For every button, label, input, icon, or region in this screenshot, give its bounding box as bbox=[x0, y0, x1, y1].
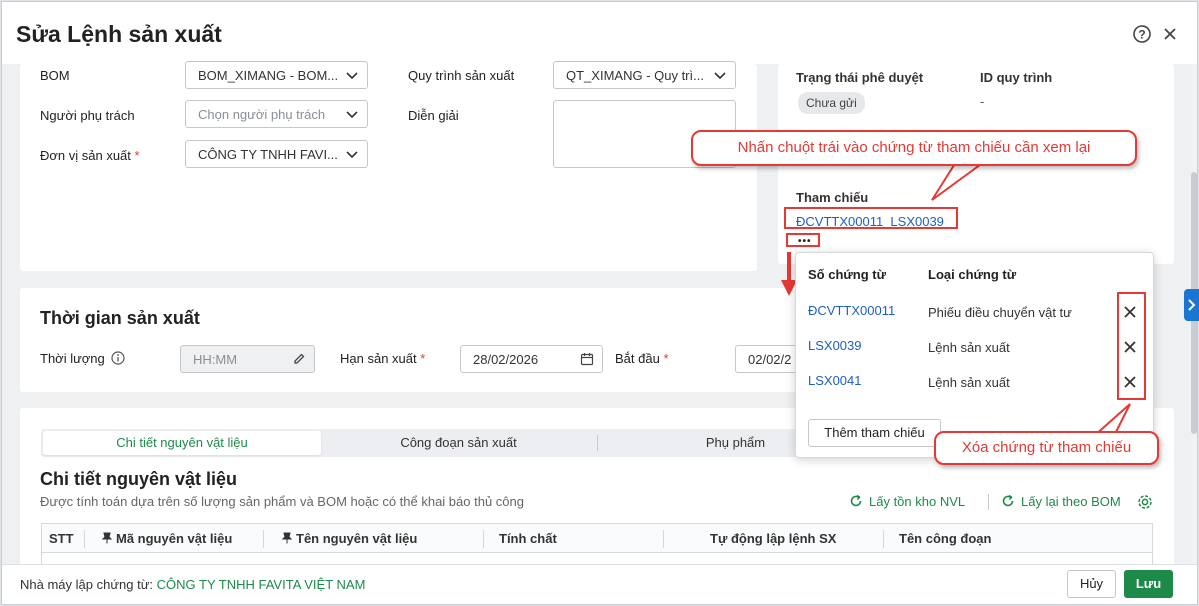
reload-bom-action[interactable]: Lấy lại theo BOM bbox=[1001, 494, 1121, 509]
chevron-down-icon bbox=[346, 151, 358, 159]
refresh-icon bbox=[1002, 494, 1014, 507]
pin-icon bbox=[281, 532, 293, 544]
col-stage-name: Tên công đoạn bbox=[899, 531, 992, 546]
col-divider bbox=[483, 530, 484, 548]
edit-icon bbox=[294, 353, 305, 364]
chevron-right-icon bbox=[1188, 299, 1196, 311]
approval-status-label: Trạng thái phê duyệt bbox=[796, 70, 924, 85]
info-icon[interactable] bbox=[111, 351, 126, 365]
col-property: Tính chất bbox=[499, 531, 557, 546]
reference-row-number[interactable]: ĐCVTTX00011 bbox=[808, 303, 895, 318]
add-reference-button[interactable]: Thêm tham chiếu bbox=[808, 419, 941, 447]
owner-label: Người phụ trách bbox=[40, 108, 135, 123]
required-mark: * bbox=[134, 148, 140, 163]
duration-label: Thời lượng bbox=[40, 351, 126, 366]
factory-value: CÔNG TY TNHH FAVITA VIỆT NAM bbox=[156, 577, 366, 592]
owner-placeholder: Chọn người phụ trách bbox=[198, 107, 326, 122]
start-value: 02/02/2 bbox=[748, 352, 792, 367]
save-button[interactable]: Lưu bbox=[1124, 570, 1173, 598]
materials-table-header: STT Mã nguyên vật liệu Tên nguyên vật li… bbox=[41, 523, 1153, 553]
reference-hint-callout: Nhấn chuột trái vào chứng từ tham chiếu … bbox=[691, 130, 1137, 166]
svg-text:?: ? bbox=[1138, 28, 1145, 42]
col-divider bbox=[663, 530, 664, 548]
col-divider bbox=[263, 530, 264, 548]
start-label: Bắt đầu * bbox=[615, 351, 669, 366]
col-divider bbox=[883, 530, 884, 548]
reference-row-number[interactable]: LSX0039 bbox=[808, 338, 862, 353]
dialog-header: Sửa Lệnh sản xuất ? bbox=[2, 2, 1197, 64]
production-unit-select[interactable]: CÔNG TY TNHH FAVI... bbox=[185, 140, 368, 168]
production-time-card: Thời gian sản xuất Thời lượng HH:MM Hạn … bbox=[20, 288, 825, 392]
production-unit-value: CÔNG TY TNHH FAVI... bbox=[198, 147, 338, 162]
tab-production-stages[interactable]: Công đoạn sản xuất bbox=[321, 431, 596, 455]
col-divider bbox=[84, 530, 85, 548]
required-mark: * bbox=[420, 351, 426, 366]
reload-bom-label: Lấy lại theo BOM bbox=[1021, 494, 1121, 509]
materials-title: Chi tiết nguyên vật liệu bbox=[40, 469, 238, 489]
deadline-date-input[interactable]: 28/02/2026 bbox=[460, 345, 603, 373]
production-unit-label-text: Đơn vị sản xuất bbox=[40, 148, 131, 163]
remove-icons-highlight bbox=[1117, 292, 1146, 400]
reference-label: Tham chiếu bbox=[796, 190, 869, 205]
col-document-type: Loại chứng từ bbox=[928, 267, 1017, 282]
more-button-highlight bbox=[786, 233, 820, 247]
col-document-number: Số chứng từ bbox=[808, 267, 887, 282]
dialog-footer: Nhà máy lập chứng từ: CÔNG TY TNHH FAVIT… bbox=[2, 564, 1197, 604]
duration-input[interactable]: HH:MM bbox=[180, 345, 315, 373]
action-divider bbox=[988, 494, 989, 510]
fetch-stock-action[interactable]: Lấy tồn kho NVL bbox=[849, 494, 965, 509]
reference-row-number[interactable]: LSX0041 bbox=[808, 373, 862, 388]
deadline-value: 28/02/2026 bbox=[473, 352, 539, 367]
chevron-down-icon bbox=[346, 72, 358, 80]
required-mark: * bbox=[663, 351, 669, 366]
dialog-title: Sửa Lệnh sản xuất bbox=[16, 21, 222, 47]
description-label: Diễn giải bbox=[408, 108, 459, 123]
reference-links-highlight bbox=[784, 207, 958, 229]
process-id-value: - bbox=[980, 94, 985, 109]
process-label: Quy trình sản xuất bbox=[408, 68, 515, 83]
col-material-code-label: Mã nguyên vật liệu bbox=[116, 531, 233, 546]
fetch-stock-label: Lấy tồn kho NVL bbox=[869, 494, 966, 509]
production-time-title: Thời gian sản xuất bbox=[40, 308, 200, 328]
refresh-icon bbox=[850, 494, 862, 507]
col-material-code[interactable]: Mã nguyên vật liệu bbox=[101, 531, 233, 546]
materials-subtitle: Được tính toán dựa trên số lượng sản phẩ… bbox=[40, 494, 524, 509]
calendar-icon bbox=[580, 353, 594, 366]
tab-materials[interactable]: Chi tiết nguyên vật liệu bbox=[43, 431, 321, 455]
owner-select[interactable]: Chọn người phụ trách bbox=[185, 100, 368, 128]
chevron-down-icon bbox=[714, 72, 726, 80]
factory-label: Nhà máy lập chứng từ: bbox=[20, 577, 154, 592]
col-index: STT bbox=[49, 531, 74, 546]
bom-select[interactable]: BOM_XIMANG - BOM... bbox=[185, 61, 368, 89]
approval-status-badge: Chưa gửi bbox=[798, 92, 865, 114]
factory-info: Nhà máy lập chứng từ: CÔNG TY TNHH FAVIT… bbox=[20, 577, 365, 592]
deadline-label-text: Hạn sản xuất bbox=[340, 351, 417, 366]
start-label-text: Bắt đầu bbox=[615, 351, 660, 366]
process-select[interactable]: QT_XIMANG - Quy trì... bbox=[553, 61, 736, 89]
reference-row-type: Lệnh sản xuất bbox=[928, 340, 1010, 355]
side-panel-toggle[interactable] bbox=[1184, 289, 1199, 321]
deadline-label: Hạn sản xuất * bbox=[340, 351, 425, 366]
bom-value: BOM_XIMANG - BOM... bbox=[198, 68, 339, 83]
col-material-name[interactable]: Tên nguyên vật liệu bbox=[281, 531, 418, 546]
close-icon[interactable] bbox=[1160, 24, 1180, 44]
delete-hint-callout: Xóa chứng từ tham chiếu bbox=[934, 431, 1159, 465]
col-material-name-label: Tên nguyên vật liệu bbox=[296, 531, 418, 546]
production-unit-label: Đơn vị sản xuất * bbox=[40, 148, 140, 163]
reference-row-type: Lệnh sản xuất bbox=[928, 375, 1010, 390]
col-auto-order: Tự động lập lệnh SX bbox=[710, 531, 837, 546]
reference-row-type: Phiếu điều chuyển vật tư bbox=[928, 305, 1072, 320]
callout-tail-cover bbox=[950, 158, 990, 164]
general-info-card: BOM BOM_XIMANG - BOM... Quy trình sản xu… bbox=[20, 61, 757, 271]
chevron-down-icon bbox=[346, 111, 358, 119]
duration-label-text: Thời lượng bbox=[40, 351, 105, 366]
process-value: QT_XIMANG - Quy trì... bbox=[566, 68, 704, 83]
cancel-button[interactable]: Hủy bbox=[1067, 570, 1116, 598]
settings-gear-icon[interactable] bbox=[1136, 493, 1154, 511]
process-id-label: ID quy trình bbox=[980, 70, 1053, 85]
duration-placeholder: HH:MM bbox=[193, 352, 238, 367]
help-icon[interactable]: ? bbox=[1132, 24, 1152, 44]
pin-icon bbox=[101, 532, 113, 544]
bom-label: BOM bbox=[40, 68, 70, 83]
